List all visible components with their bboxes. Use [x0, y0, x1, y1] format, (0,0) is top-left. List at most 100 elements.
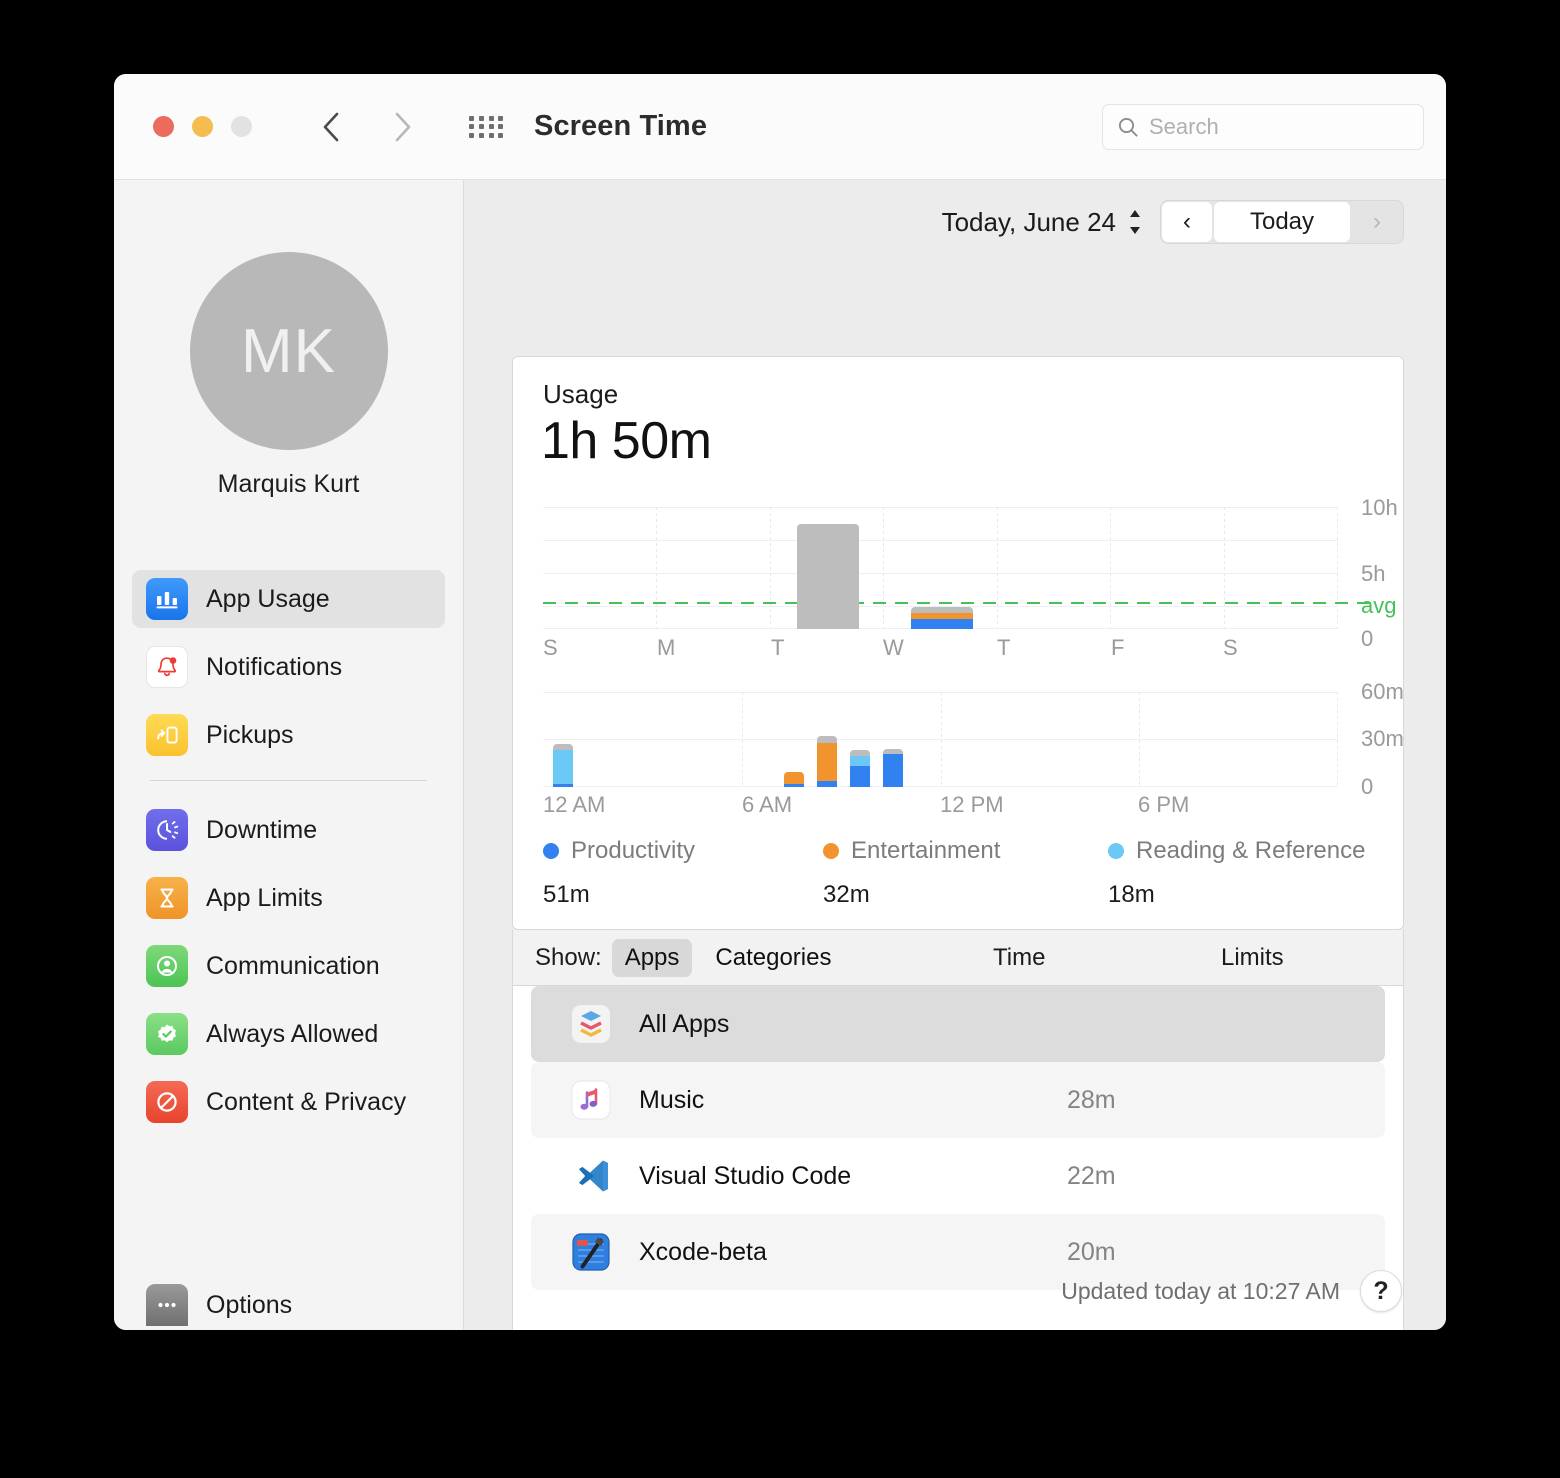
- hourly-xtick: 12 PM: [940, 792, 1004, 817]
- table-row[interactable]: Music 28m: [531, 1062, 1385, 1138]
- hourly-bar-8am[interactable]: [850, 750, 870, 787]
- hourly-bar-7am[interactable]: [817, 736, 837, 787]
- sidebar-item-content-privacy[interactable]: Content & Privacy: [132, 1073, 445, 1131]
- previous-day-button[interactable]: ‹: [1162, 202, 1212, 242]
- sidebar-item-label: Communication: [206, 951, 380, 980]
- show-toolbar: Show: Apps Categories Time Limits: [512, 930, 1404, 986]
- legend-value: 51m: [543, 881, 590, 908]
- period-segmented-control: ‹ Today ›: [1160, 200, 1404, 244]
- weekly-xtick: S: [543, 635, 558, 660]
- hourly-bar-12am[interactable]: [553, 744, 573, 787]
- sidebar-item-app-limits[interactable]: App Limits: [132, 869, 445, 927]
- profile-block: MK Marquis Kurt: [114, 252, 463, 499]
- sidebar-options-row: Options: [114, 1276, 463, 1330]
- desktop-background: Screen Time Search MK Marquis Kurt App U…: [0, 0, 1560, 1478]
- today-button[interactable]: Today: [1214, 202, 1350, 242]
- grid-apps-icon[interactable]: [469, 116, 505, 138]
- tab-categories[interactable]: Categories: [702, 939, 844, 977]
- forward-button[interactable]: [386, 110, 420, 144]
- hourly-xtick: 6 AM: [742, 792, 793, 817]
- hourglass-icon: [146, 877, 188, 919]
- hourly-bar-5am[interactable]: [784, 772, 804, 787]
- bar-chart-icon: [146, 578, 188, 620]
- table-row[interactable]: All Apps: [531, 986, 1385, 1062]
- app-name: Xcode-beta: [639, 1237, 767, 1266]
- minimize-button[interactable]: [192, 116, 213, 137]
- weekly-xtick: W: [883, 635, 904, 660]
- weekly-average-line: [543, 602, 1376, 604]
- close-button[interactable]: [153, 116, 174, 137]
- layers-icon: [569, 1002, 613, 1046]
- legend-label: Productivity: [571, 837, 696, 864]
- legend-label: Reading & Reference: [1136, 837, 1366, 864]
- date-label: Today, June 24: [941, 206, 1116, 237]
- weekly-xtick: T: [997, 635, 1011, 660]
- legend-value: 18m: [1108, 881, 1155, 908]
- sidebar-item-communication[interactable]: Communication: [132, 937, 445, 995]
- column-header-time[interactable]: Time: [993, 944, 1045, 972]
- app-name: Music: [639, 1085, 705, 1114]
- legend-color-dot: [543, 843, 559, 859]
- profile-name: Marquis Kurt: [217, 470, 360, 498]
- sidebar-item-downtime[interactable]: Downtime: [132, 801, 445, 859]
- sidebar-item-label: Pickups: [206, 720, 294, 749]
- sidebar-item-label: Notifications: [206, 652, 343, 681]
- sidebar-item-label: Downtime: [206, 815, 318, 844]
- ellipsis-icon: [146, 1284, 188, 1326]
- weekly-xtick: M: [657, 635, 676, 660]
- back-button[interactable]: [314, 110, 348, 144]
- legend-item-reading-reference[interactable]: Reading & Reference 18m: [1108, 837, 1365, 909]
- usage-total: 1h 50m: [541, 412, 712, 470]
- sidebar-item-label: App Usage: [206, 584, 330, 613]
- usage-heading: Usage: [543, 379, 619, 409]
- legend-item-entertainment[interactable]: Entertainment 32m: [823, 837, 1000, 909]
- weekly-ytick: 10h: [1361, 495, 1398, 520]
- sidebar-item-label: Always Allowed: [206, 1019, 379, 1048]
- sidebar-nav: App Usage Notifications Pickups Downtime…: [114, 570, 463, 1141]
- legend-label: Entertainment: [851, 837, 1001, 864]
- sidebar-item-app-usage[interactable]: App Usage: [132, 570, 445, 628]
- up-down-stepper-icon[interactable]: [1126, 207, 1144, 237]
- moon-clock-icon: [146, 809, 188, 851]
- traffic-lights: [153, 116, 252, 137]
- sidebar-item-options[interactable]: Options: [132, 1276, 445, 1330]
- music-note-icon: [569, 1078, 613, 1122]
- legend-color-dot: [1108, 843, 1124, 859]
- help-button[interactable]: ?: [1360, 1270, 1402, 1312]
- content-pane: Today, June 24 ‹ Today › Usage 1h 50m S …: [464, 180, 1446, 1330]
- tab-apps[interactable]: Apps: [611, 938, 693, 977]
- page-title: Screen Time: [534, 110, 708, 142]
- weekly-ytick: 5h: [1361, 561, 1386, 586]
- legend-value: 32m: [823, 881, 870, 908]
- search-input[interactable]: Search: [1102, 104, 1424, 150]
- weekly-bar-tuesday[interactable]: [797, 524, 859, 629]
- window-body: MK Marquis Kurt App Usage Notifications …: [114, 180, 1446, 1330]
- app-time: 22m: [1067, 1161, 1116, 1190]
- sidebar-item-label: App Limits: [206, 883, 323, 912]
- phone-pickup-icon: [146, 714, 188, 756]
- usage-chart-card: Usage 1h 50m S M T W T F S 10h 5h avg 0 …: [512, 356, 1404, 930]
- zoom-button: [231, 116, 252, 137]
- hourly-xtick: 6 PM: [1138, 792, 1190, 817]
- sidebar-item-notifications[interactable]: Notifications: [132, 638, 445, 696]
- date-navigation: Today, June 24 ‹ Today ›: [942, 200, 1404, 244]
- chevron-left-icon: [323, 112, 339, 142]
- sidebar-item-always-allowed[interactable]: Always Allowed: [132, 1005, 445, 1063]
- weekly-bar-wednesday[interactable]: [911, 607, 973, 629]
- legend-color-dot: [823, 843, 839, 859]
- column-header-limits[interactable]: Limits: [1221, 944, 1284, 972]
- weekly-usage-chart[interactable]: [543, 507, 1376, 629]
- sidebar-item-pickups[interactable]: Pickups: [132, 706, 445, 764]
- avatar: MK: [189, 252, 388, 450]
- weekly-avg-label: avg: [1361, 593, 1397, 618]
- hourly-xtick: 12 AM: [543, 792, 606, 817]
- app-time: 20m: [1067, 1237, 1116, 1266]
- hourly-usage-chart[interactable]: [543, 692, 1338, 787]
- screen-time-window: Screen Time Search MK Marquis Kurt App U…: [114, 74, 1446, 1330]
- hourly-bar-9am[interactable]: [883, 749, 903, 787]
- table-row[interactable]: Visual Studio Code 22m: [531, 1138, 1385, 1214]
- legend-item-productivity[interactable]: Productivity 51m: [543, 837, 695, 909]
- vscode-icon: [569, 1154, 613, 1198]
- show-label: Show:: [535, 943, 602, 971]
- weekly-ytick: 0: [1361, 626, 1374, 651]
